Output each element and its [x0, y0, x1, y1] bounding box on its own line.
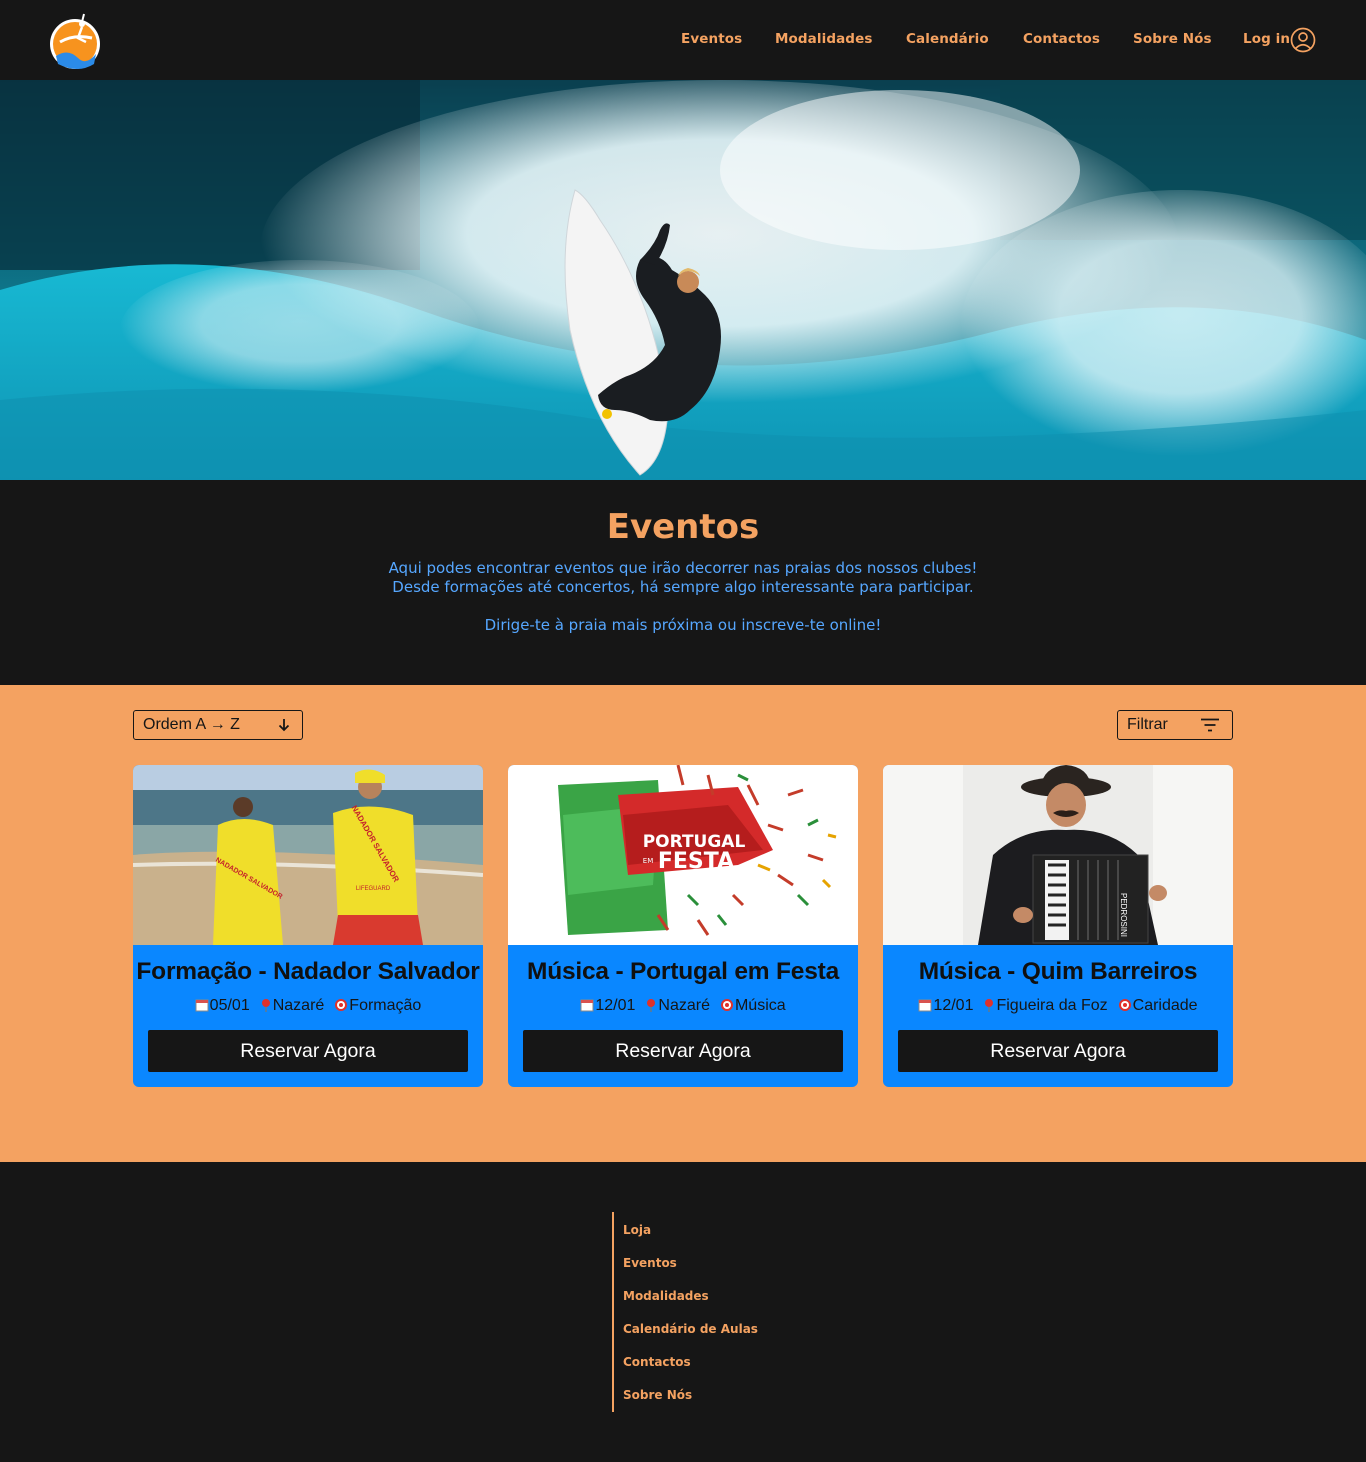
event-date: 12/01: [595, 997, 636, 1014]
navbar: Eventos Modalidades Calendário Contactos…: [0, 0, 1366, 80]
festa-logo-bottom: FESTA: [658, 849, 734, 874]
event-category: Caridade: [1132, 997, 1198, 1014]
event-card: NADADOR SALVADOR NADADOR SALVADOR LIFEGU…: [133, 765, 483, 1087]
event-image-lifeguards: NADADOR SALVADOR NADADOR SALVADOR LIFEGU…: [133, 765, 483, 945]
calendar-icon: [918, 998, 932, 1017]
intro-text-2: Desde formações até concertos, há sempre…: [392, 578, 974, 596]
event-title: Música - Quim Barreiros: [918, 958, 1198, 985]
nav-login[interactable]: Log in: [1243, 31, 1290, 47]
reserve-button[interactable]: Reservar Agora: [523, 1030, 843, 1072]
pin-icon: [260, 998, 272, 1017]
filter-label: Filtrar: [1127, 716, 1168, 733]
nav-calendario[interactable]: Calendário: [906, 31, 989, 47]
festa-logo-em: EM: [643, 857, 653, 865]
event-location: Nazaré: [658, 997, 710, 1014]
vest-subtext: LIFEGUARD: [356, 886, 391, 892]
event-location: Nazaré: [272, 997, 325, 1014]
page-title: Eventos: [606, 507, 760, 547]
event-title: Formação - Nadador Salvador: [136, 958, 480, 985]
event-title: Música - Portugal em Festa: [526, 958, 840, 985]
intro-section: Eventos Aqui podes encontrar eventos que…: [0, 480, 1366, 685]
footer-divider: [612, 1212, 614, 1412]
footer-link-sobre-nos[interactable]: Sobre Nós: [623, 1388, 692, 1402]
nav-eventos[interactable]: Eventos: [681, 31, 742, 47]
pin-icon: [983, 998, 995, 1017]
event-category: Música: [734, 997, 786, 1014]
event-image-quim-barreiros: PEDROSINI: [883, 765, 1233, 945]
footer-link-contactos[interactable]: Contactos: [623, 1355, 691, 1369]
pin-icon: [645, 998, 657, 1017]
target-icon: [720, 998, 734, 1017]
event-card: PORTUGAL EM FESTA Música - Portugal em F…: [508, 765, 858, 1087]
target-icon: [1118, 998, 1132, 1017]
accordion-brand: PEDROSINI: [1119, 893, 1128, 937]
event-date: 12/01: [933, 997, 974, 1014]
reserve-button[interactable]: Reservar Agora: [148, 1030, 468, 1072]
calendar-icon: [195, 998, 209, 1017]
intro-text-3: Dirige-te à praia mais próxima ou inscre…: [484, 616, 882, 634]
event-location: Figueira da Foz: [996, 997, 1108, 1014]
target-icon: [334, 998, 348, 1017]
filter-icon: [1200, 718, 1220, 737]
user-circle-icon[interactable]: [1290, 27, 1316, 53]
footer-link-loja[interactable]: Loja: [623, 1223, 651, 1237]
reserve-button[interactable]: Reservar Agora: [898, 1030, 1218, 1072]
filter-button[interactable]: Filtrar: [1117, 710, 1233, 740]
event-meta: 12/01 Nazaré Música: [508, 997, 858, 1017]
footer: Loja Eventos Modalidades Calendário de A…: [0, 1162, 1366, 1462]
arrow-down-icon: [277, 717, 291, 738]
event-image-portugal-festa: PORTUGAL EM FESTA: [508, 765, 858, 945]
intro-text-1: Aqui podes encontrar eventos que irão de…: [388, 559, 978, 577]
calendar-icon: [580, 998, 594, 1017]
footer-link-calendario[interactable]: Calendário de Aulas: [623, 1322, 758, 1336]
event-meta: 12/01 Figueira da Foz Caridade: [883, 997, 1233, 1017]
nav-contactos[interactable]: Contactos: [1023, 31, 1100, 47]
nav-sobre-nos[interactable]: Sobre Nós: [1133, 31, 1212, 47]
footer-link-modalidades[interactable]: Modalidades: [623, 1289, 709, 1303]
event-meta: 05/01 Nazaré Formação: [133, 997, 483, 1017]
sort-dropdown[interactable]: Ordem A → Z: [133, 710, 303, 740]
event-card: PEDROSINI Música - Quim Barreiros 12/01 F…: [883, 765, 1233, 1087]
sort-label: Ordem A → Z: [143, 716, 240, 733]
event-category: Formação: [349, 997, 422, 1014]
events-section: Ordem A → Z Filtrar NADADOR SALVADOR NAD…: [0, 685, 1366, 1162]
footer-link-eventos[interactable]: Eventos: [623, 1256, 677, 1270]
event-date: 05/01: [209, 997, 250, 1014]
surf-logo-icon[interactable]: [48, 12, 102, 70]
nav-modalidades[interactable]: Modalidades: [775, 31, 872, 47]
hero-image: [0, 80, 1366, 480]
